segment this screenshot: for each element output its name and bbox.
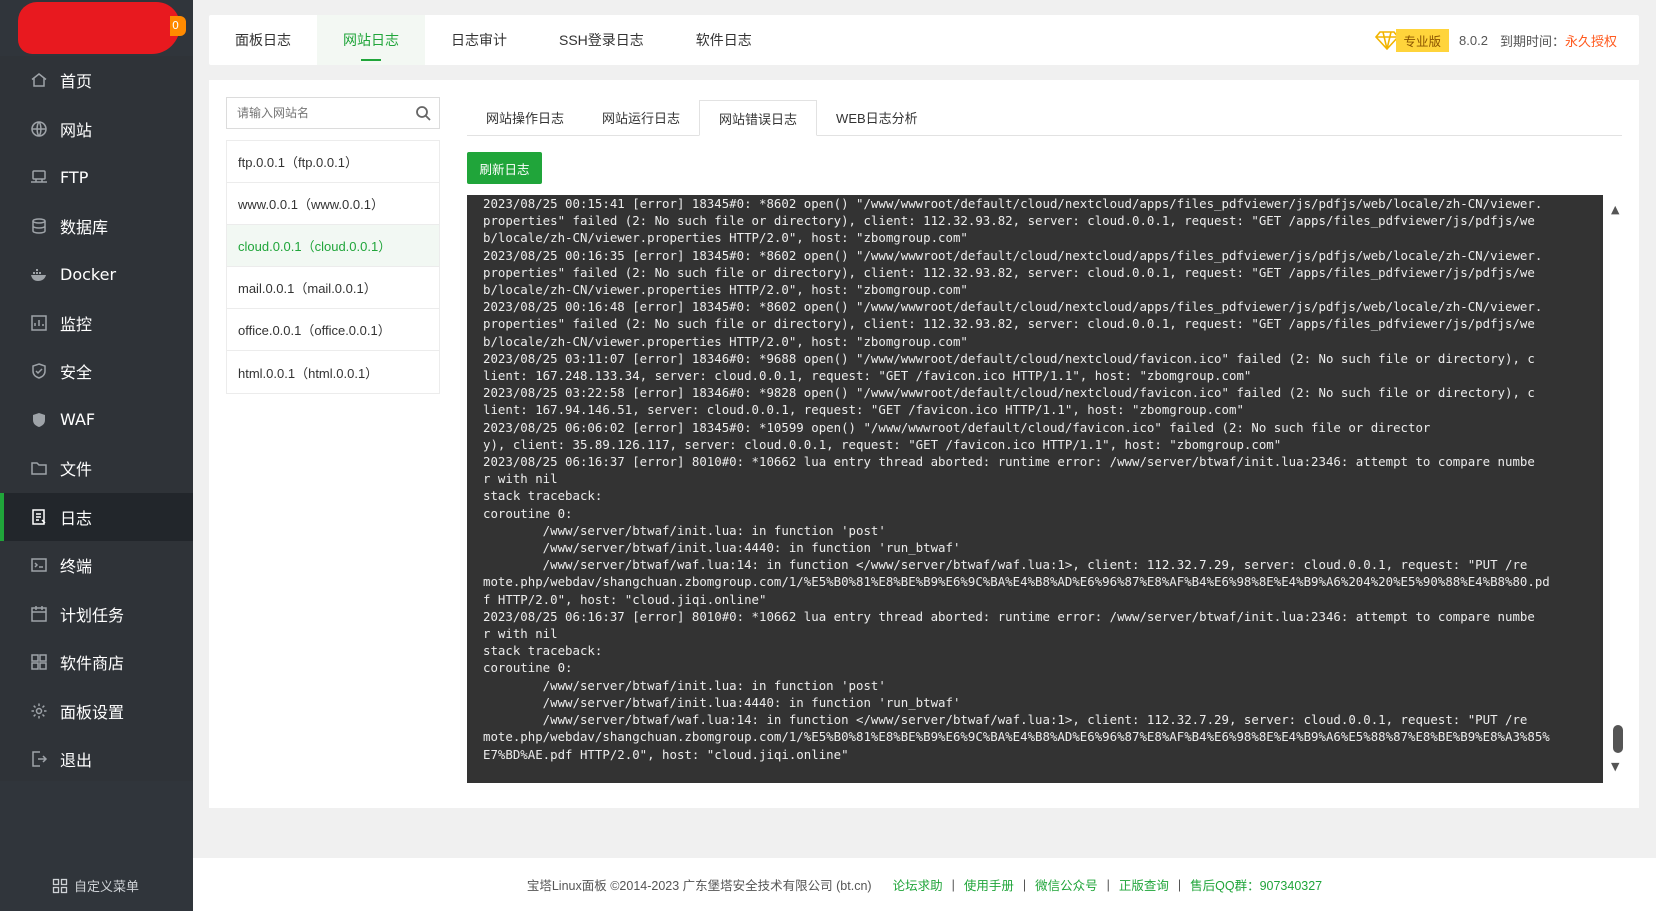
log-viewer[interactable]: 2023/08/25 00:15:41 [error] 18345#0: *86… bbox=[467, 195, 1603, 783]
globe-icon bbox=[30, 120, 48, 138]
sidebar-item-settings[interactable]: 面板设置 bbox=[0, 687, 193, 736]
footer-link-manual[interactable]: 使用手册 bbox=[964, 875, 1014, 894]
sidebar-item-label: 安全 bbox=[60, 363, 93, 383]
tab-panel-log[interactable]: 面板日志 bbox=[209, 15, 317, 65]
sidebar-item-label: 数据库 bbox=[60, 217, 109, 237]
notification-badge[interactable]: 0 bbox=[170, 16, 186, 36]
expire-label: 到期时间： bbox=[1499, 33, 1565, 49]
sidebar-item-database[interactable]: 数据库 bbox=[0, 202, 193, 251]
site-search-box bbox=[226, 97, 440, 129]
database-icon bbox=[30, 217, 48, 235]
refresh-log-button[interactable]: 刷新日志 bbox=[467, 152, 542, 184]
sidebar-item-docker[interactable]: Docker bbox=[0, 250, 193, 299]
footer: 宝塔Linux面板 ©2014-2023 广东堡塔安全技术有限公司 (bt.cn… bbox=[193, 858, 1656, 911]
footer-link-license-check[interactable]: 正版查询 bbox=[1119, 875, 1169, 894]
sidebar-item-label: 首页 bbox=[60, 72, 93, 92]
terminal-icon bbox=[30, 556, 48, 574]
footer-separator: | bbox=[1106, 877, 1110, 892]
custom-menu-label: 自定义菜单 bbox=[74, 880, 140, 895]
tab-software-log[interactable]: 软件日志 bbox=[670, 15, 778, 65]
docker-icon bbox=[30, 265, 48, 283]
site-search-input[interactable] bbox=[227, 98, 407, 128]
home-icon bbox=[30, 71, 48, 89]
license-info: 专业版 8.0.2 到期时间： 永久授权 bbox=[1374, 15, 1639, 65]
site-item[interactable]: mail.0.0.1（mail.0.0.1） bbox=[227, 267, 439, 309]
footer-link-qq-group[interactable]: 售后QQ群：907340327 bbox=[1190, 875, 1322, 894]
sidebar-menu: 首页 网站 FTP 数据库 Docker 监控 安全 WAF 文件 日志 终端 … bbox=[0, 56, 193, 781]
tab-site-operation-log[interactable]: 网站操作日志 bbox=[467, 100, 583, 135]
tab-site-run-log[interactable]: 网站运行日志 bbox=[583, 100, 699, 135]
sidebar-item-label: 监控 bbox=[60, 314, 93, 334]
monitor-icon bbox=[30, 314, 48, 332]
redacted-logo bbox=[18, 2, 180, 54]
grid-icon bbox=[52, 878, 68, 893]
tab-log-audit[interactable]: 日志审计 bbox=[425, 15, 533, 65]
sidebar-item-label: 终端 bbox=[60, 557, 93, 577]
site-item-selected[interactable]: cloud.0.0.1（cloud.0.0.1） bbox=[227, 225, 439, 267]
footer-separator: | bbox=[951, 877, 955, 892]
tab-ssh-login-log[interactable]: SSH登录日志 bbox=[533, 15, 670, 65]
custom-menu-button[interactable]: 自定义菜单 bbox=[52, 876, 139, 895]
sidebar-item-label: WAF bbox=[60, 410, 96, 430]
sidebar-item-label: FTP bbox=[60, 167, 89, 187]
shield-icon bbox=[30, 362, 48, 380]
sidebar-item-label: Docker bbox=[60, 264, 117, 284]
logout-icon bbox=[30, 750, 48, 768]
sidebar-item-security[interactable]: 安全 bbox=[0, 347, 193, 396]
sidebar-item-logout[interactable]: 退出 bbox=[0, 735, 193, 784]
expire-value[interactable]: 永久授权 bbox=[1565, 31, 1617, 50]
calendar-icon bbox=[30, 605, 48, 623]
sidebar-item-label: 日志 bbox=[60, 508, 93, 528]
gear-icon bbox=[30, 702, 48, 720]
site-item[interactable]: office.0.0.1（office.0.0.1） bbox=[227, 309, 439, 351]
sidebar-item-ftp[interactable]: FTP bbox=[0, 153, 193, 202]
log-type-tabs: 网站操作日志 网站运行日志 网站错误日志 WEB日志分析 bbox=[467, 100, 1622, 136]
version-text: 8.0.2 bbox=[1459, 32, 1488, 48]
footer-separator: | bbox=[1177, 877, 1182, 892]
sidebar-item-store[interactable]: 软件商店 bbox=[0, 638, 193, 687]
log-icon bbox=[30, 508, 48, 526]
sidebar-item-label: 面板设置 bbox=[60, 702, 125, 722]
ftp-icon bbox=[30, 168, 48, 186]
search-icon[interactable] bbox=[407, 105, 439, 121]
site-item[interactable]: html.0.0.1（html.0.0.1） bbox=[227, 351, 439, 393]
pro-badge[interactable]: 专业版 bbox=[1374, 28, 1450, 52]
sidebar: 0 首页 网站 FTP 数据库 Docker 监控 安全 WAF 文件 日志 终… bbox=[0, 0, 193, 911]
sidebar-item-logs[interactable]: 日志 bbox=[0, 492, 193, 541]
top-navigation: 面板日志 网站日志 日志审计 SSH登录日志 软件日志 专业版 8.0.2 到期… bbox=[209, 15, 1639, 65]
scroll-down-arrow-icon[interactable]: ▼ bbox=[1611, 760, 1625, 773]
sidebar-item-cron[interactable]: 计划任务 bbox=[0, 590, 193, 639]
grid-icon bbox=[30, 653, 48, 671]
sidebar-item-terminal[interactable]: 终端 bbox=[0, 541, 193, 590]
scrollbar-thumb[interactable] bbox=[1613, 725, 1623, 753]
folder-icon bbox=[30, 459, 48, 477]
sidebar-item-label: 计划任务 bbox=[60, 605, 125, 625]
log-content: 2023/08/25 00:15:41 [error] 18345#0: *86… bbox=[483, 196, 1550, 762]
site-item[interactable]: www.0.0.1（www.0.0.1） bbox=[227, 183, 439, 225]
sidebar-item-label: 退出 bbox=[60, 751, 93, 771]
sidebar-item-home[interactable]: 首页 bbox=[0, 56, 193, 105]
tab-web-log-analysis[interactable]: WEB日志分析 bbox=[817, 100, 937, 135]
brand-area: 0 bbox=[0, 0, 193, 56]
pro-label: 专业版 bbox=[1395, 28, 1450, 52]
sidebar-item-label: 网站 bbox=[60, 120, 93, 140]
sidebar-item-waf[interactable]: WAF bbox=[0, 396, 193, 445]
site-list: ftp.0.0.1（ftp.0.0.1） www.0.0.1（www.0.0.1… bbox=[226, 140, 440, 394]
sidebar-item-site[interactable]: 网站 bbox=[0, 105, 193, 154]
sidebar-item-monitor[interactable]: 监控 bbox=[0, 299, 193, 348]
scroll-up-arrow-icon[interactable]: ▲ bbox=[1611, 203, 1625, 216]
tab-site-error-log[interactable]: 网站错误日志 bbox=[699, 100, 818, 136]
main-panel: ftp.0.0.1（ftp.0.0.1） www.0.0.1（www.0.0.1… bbox=[209, 80, 1639, 808]
sidebar-item-label: 软件商店 bbox=[60, 654, 125, 674]
site-item[interactable]: ftp.0.0.1（ftp.0.0.1） bbox=[227, 141, 439, 183]
footer-link-wechat[interactable]: 微信公众号 bbox=[1035, 875, 1098, 894]
sidebar-item-label: 文件 bbox=[60, 460, 93, 480]
footer-copyright: 宝塔Linux面板 ©2014-2023 广东堡塔安全技术有限公司 (bt.cn… bbox=[526, 879, 872, 893]
footer-separator: | bbox=[1022, 877, 1027, 892]
sidebar-item-files[interactable]: 文件 bbox=[0, 444, 193, 493]
waf-shield-icon bbox=[30, 411, 48, 429]
footer-link-forum[interactable]: 论坛求助 bbox=[893, 875, 943, 894]
tab-site-log[interactable]: 网站日志 bbox=[317, 15, 425, 65]
